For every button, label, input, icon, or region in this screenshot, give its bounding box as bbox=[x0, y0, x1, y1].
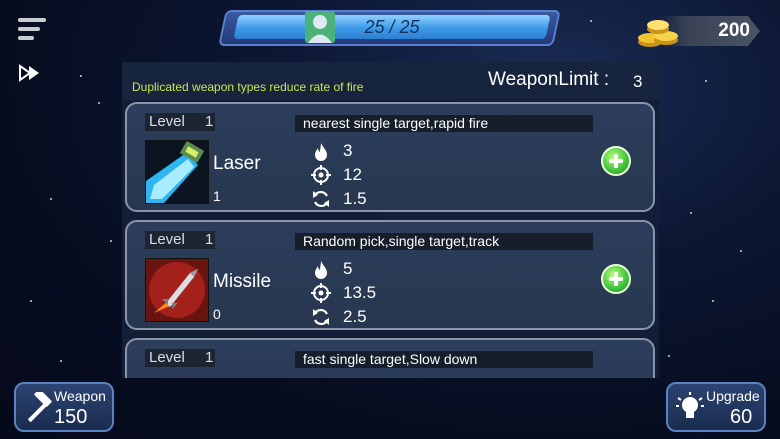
range-value: 13.5 bbox=[343, 283, 377, 302]
weapon-description: nearest single target,rapid fire bbox=[303, 115, 489, 131]
damage-value: 5 bbox=[343, 259, 353, 278]
hammer-icon bbox=[27, 392, 52, 423]
reload-icon bbox=[313, 190, 329, 208]
crosshair-icon bbox=[311, 283, 331, 303]
pilot-avatar-icon bbox=[305, 11, 335, 43]
weapon-card-slow[interactable]: Level 1 fast single target,Slow down bbox=[125, 338, 655, 378]
gold-amount: 200 bbox=[718, 20, 750, 41]
weapon-cost: 150 bbox=[54, 406, 88, 428]
weapon-card-laser[interactable]: Level 1 nearest single target,rapid fire… bbox=[125, 102, 655, 212]
weapon-count: 1 bbox=[213, 188, 221, 204]
weapon-card-missile[interactable]: Level 1 Random pick,single target,track … bbox=[125, 220, 655, 330]
fire-icon bbox=[315, 261, 327, 279]
level-value: 1 bbox=[205, 113, 214, 130]
level-value: 1 bbox=[205, 231, 214, 248]
level-value: 1 bbox=[205, 349, 214, 366]
fire-rate-value: 1.5 bbox=[343, 189, 367, 208]
gold-coins-icon bbox=[638, 20, 678, 47]
health-text: 25 / 25 bbox=[364, 17, 420, 37]
upgrade-label: Upgrade bbox=[706, 388, 760, 404]
weapon-name: Missile bbox=[213, 271, 272, 292]
missile-weapon-icon bbox=[145, 258, 209, 322]
weapon-count: 0 bbox=[213, 306, 221, 322]
level-label: Level bbox=[149, 231, 185, 248]
level-label: Level bbox=[149, 113, 185, 130]
weapon-build-button[interactable]: Weapon 150 bbox=[14, 382, 114, 432]
add-laser-button[interactable] bbox=[601, 146, 631, 176]
level-label: Level bbox=[149, 349, 185, 366]
range-value: 12 bbox=[343, 165, 362, 184]
laser-weapon-icon bbox=[145, 140, 209, 204]
menu-icon[interactable] bbox=[18, 18, 46, 44]
damage-value: 3 bbox=[343, 141, 353, 160]
lightbulb-icon bbox=[676, 392, 704, 418]
crosshair-icon bbox=[311, 165, 331, 185]
weapon-limit-label: WeaponLimit : bbox=[488, 69, 610, 90]
fire-rate-value: 2.5 bbox=[343, 307, 367, 326]
fast-forward-icon[interactable] bbox=[18, 64, 42, 82]
weapon-label: Weapon bbox=[54, 388, 106, 404]
upgrade-cost: 60 bbox=[730, 406, 753, 428]
weapon-panel-header: Duplicated weapon types reduce rate of f… bbox=[122, 62, 659, 100]
weapon-panel[interactable]: Duplicated weapon types reduce rate of f… bbox=[122, 62, 659, 378]
reload-icon bbox=[313, 308, 329, 326]
weapon-description: Random pick,single target,track bbox=[303, 233, 500, 249]
add-missile-button[interactable] bbox=[601, 264, 631, 294]
weapon-description: fast single target,Slow down bbox=[303, 351, 478, 367]
weapon-name: Laser bbox=[213, 153, 261, 174]
fire-icon bbox=[315, 143, 327, 161]
weapon-limit-value: 3 bbox=[633, 72, 643, 91]
upgrade-button[interactable]: Upgrade 60 bbox=[666, 382, 766, 432]
duplicate-weapon-notice: Duplicated weapon types reduce rate of f… bbox=[132, 80, 364, 94]
